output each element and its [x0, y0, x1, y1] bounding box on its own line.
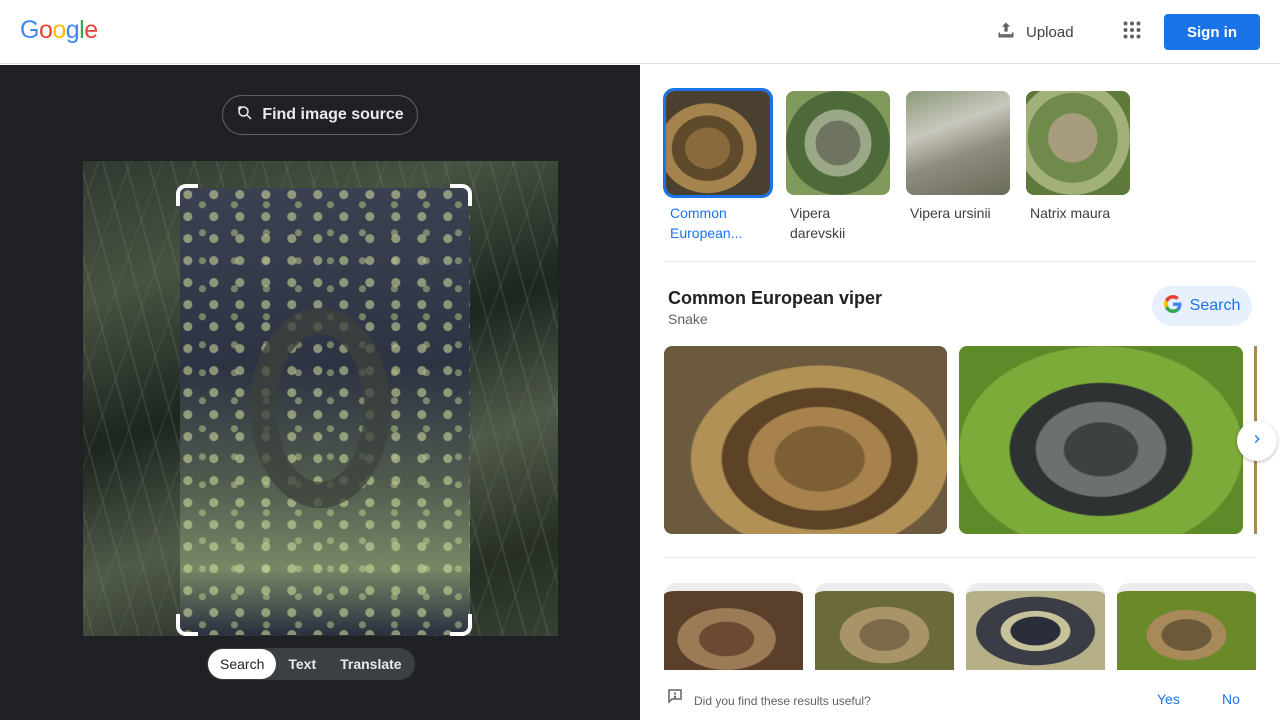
logo-letter: o: [38, 16, 53, 44]
visual-match-image[interactable]: [664, 583, 803, 671]
logo-letter: e: [84, 16, 98, 44]
apps-grid-icon: [1123, 21, 1141, 44]
find-image-source-button[interactable]: Find image source: [222, 95, 418, 135]
divider: [664, 261, 1256, 262]
logo-letter: o: [52, 16, 66, 44]
related-entity-caption: Vipera darevskii: [790, 205, 846, 241]
entity-search-button[interactable]: Search: [1152, 286, 1252, 326]
crop-handle-top-left[interactable]: [176, 184, 198, 206]
related-entity-natrix-maura[interactable]: Natrix maura: [1024, 89, 1132, 243]
chevron-right-icon: [1249, 431, 1265, 452]
uploaded-image[interactable]: [83, 161, 558, 636]
entity-subtitle: Snake: [668, 311, 708, 327]
result-image-1[interactable]: [664, 346, 947, 534]
result-image-2[interactable]: [959, 346, 1243, 534]
related-entity-image: [906, 91, 1010, 195]
sign-in-button[interactable]: Sign in: [1164, 14, 1260, 50]
related-entities-row: Common European... Vipera darevskii Vipe…: [663, 88, 1132, 243]
upload-label: Upload: [1026, 23, 1074, 41]
logo-letter: G: [20, 16, 39, 44]
feedback-no-button[interactable]: No: [1222, 691, 1240, 707]
image-viewer-panel: Find image source Search Text Translate: [0, 65, 640, 720]
mode-switcher: Search Text Translate: [207, 648, 415, 680]
related-entity-common-european-viper[interactable]: Common European...: [663, 88, 773, 243]
crop-selection-area[interactable]: [180, 188, 470, 635]
crop-handle-bottom-left[interactable]: [176, 614, 198, 636]
crop-handle-top-right[interactable]: [450, 184, 472, 206]
related-entity-vipera-darevskii[interactable]: Vipera darevskii: [784, 89, 892, 243]
google-logo[interactable]: Google: [20, 16, 98, 45]
related-entity-image: [663, 88, 773, 198]
related-entity-image: [786, 91, 890, 195]
divider: [664, 557, 1256, 558]
mode-search-tab[interactable]: Search: [208, 649, 277, 679]
results-panel: Common European... Vipera darevskii Vipe…: [640, 65, 1280, 720]
feedback-yes-button[interactable]: Yes: [1157, 691, 1180, 707]
lens-search-icon: [236, 104, 254, 127]
apps-button[interactable]: [1114, 14, 1150, 50]
related-entity-caption: Common European...: [670, 205, 743, 241]
carousel-next-button[interactable]: [1237, 421, 1277, 461]
google-g-icon: [1163, 294, 1182, 318]
feedback-icon: [666, 687, 684, 710]
upload-button[interactable]: Upload: [984, 14, 1086, 50]
entity-search-label: Search: [1189, 297, 1241, 314]
crop-handle-bottom-right[interactable]: [450, 614, 472, 636]
snake-coil: [250, 308, 390, 508]
feedback-bar: Did you find these results useful? Yes N…: [640, 670, 1280, 720]
logo-letter: g: [65, 16, 80, 44]
visual-match-image[interactable]: [1117, 583, 1256, 671]
mode-text-tab[interactable]: Text: [276, 649, 328, 679]
related-entity-caption: Vipera ursinii: [910, 205, 991, 221]
entity-title: Common European viper: [668, 288, 883, 308]
mode-translate-tab[interactable]: Translate: [328, 649, 413, 679]
find-image-source-label: Find image source: [262, 106, 404, 123]
related-entity-image: [1026, 91, 1130, 195]
related-entity-vipera-ursinii[interactable]: Vipera ursinii: [904, 89, 1012, 243]
feedback-question: Did you find these results useful?: [694, 694, 871, 708]
upload-icon: [996, 20, 1016, 44]
visual-match-image[interactable]: [966, 583, 1105, 671]
visual-match-image[interactable]: [815, 583, 954, 671]
top-bar: Google Upload Sign in: [0, 0, 1280, 64]
related-entity-caption: Natrix maura: [1030, 205, 1111, 221]
